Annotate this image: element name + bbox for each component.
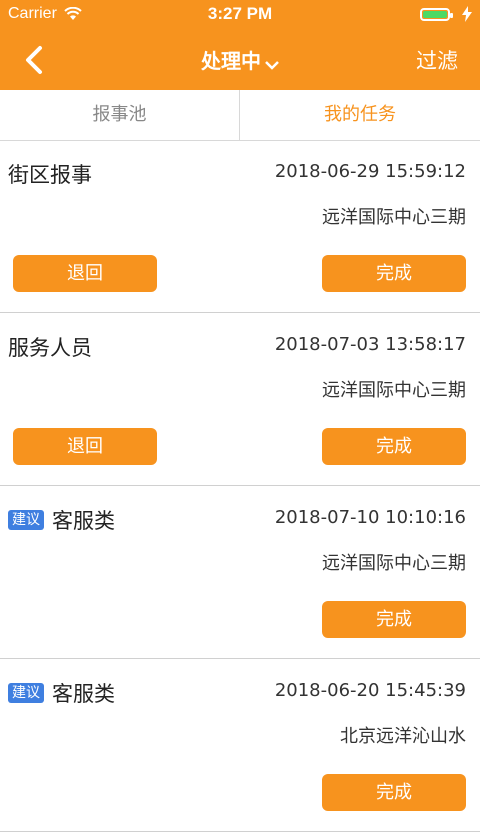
task-location: 远洋国际中心三期 <box>322 553 466 574</box>
task-time: 2018-06-20 15:45:39 <box>274 680 466 701</box>
complete-button[interactable]: 完成 <box>322 601 466 638</box>
task-time: 2018-07-03 13:58:17 <box>274 334 466 355</box>
tab-report-pool[interactable]: 报事池 <box>0 90 240 140</box>
suggestion-badge: 建议 <box>8 683 44 703</box>
complete-button[interactable]: 完成 <box>322 774 466 811</box>
task-location: 远洋国际中心三期 <box>322 380 466 401</box>
task-title: 建议 客服类 <box>8 678 115 708</box>
task-card[interactable]: 建议 客服类 2018-06-20 15:45:39 北京远洋沁山水 完成 <box>0 660 480 832</box>
header: Carrier 3:27 PM 处理中 过滤 <box>0 0 480 90</box>
task-title: 建议 客服类 <box>8 505 115 535</box>
complete-button[interactable]: 完成 <box>322 428 466 465</box>
return-button[interactable]: 退回 <box>13 255 157 292</box>
status-time: 3:27 PM <box>207 4 273 23</box>
task-card[interactable]: 建议 客服类 2018-07-10 10:10:16 远洋国际中心三期 完成 <box>0 487 480 659</box>
status-bar: Carrier 3:27 PM <box>0 0 480 30</box>
page-title: 处理中 <box>201 49 261 73</box>
chevron-down-icon <box>265 51 279 75</box>
charging-icon <box>462 6 472 26</box>
filter-button[interactable]: 过滤 <box>416 45 458 75</box>
task-time: 2018-06-29 15:59:12 <box>274 161 466 182</box>
return-button[interactable]: 退回 <box>13 428 157 465</box>
suggestion-badge: 建议 <box>8 510 44 530</box>
complete-button[interactable]: 完成 <box>322 255 466 292</box>
task-title: 街区报事 <box>8 163 92 187</box>
task-title: 服务人员 <box>8 336 92 360</box>
task-location: 远洋国际中心三期 <box>322 207 466 228</box>
task-card[interactable]: 街区报事 2018-06-29 15:59:12 远洋国际中心三期 退回 完成 <box>0 141 480 313</box>
tab-bar: 报事池 我的任务 <box>0 90 480 141</box>
task-time: 2018-07-10 10:10:16 <box>274 507 466 528</box>
tab-my-tasks[interactable]: 我的任务 <box>240 90 480 140</box>
status-dropdown[interactable]: 处理中 <box>0 45 480 75</box>
battery-icon <box>420 8 453 21</box>
task-location: 北京远洋沁山水 <box>340 726 466 747</box>
nav-bar: 处理中 过滤 <box>0 30 480 90</box>
task-card[interactable]: 服务人员 2018-07-03 13:58:17 远洋国际中心三期 退回 完成 <box>0 314 480 486</box>
